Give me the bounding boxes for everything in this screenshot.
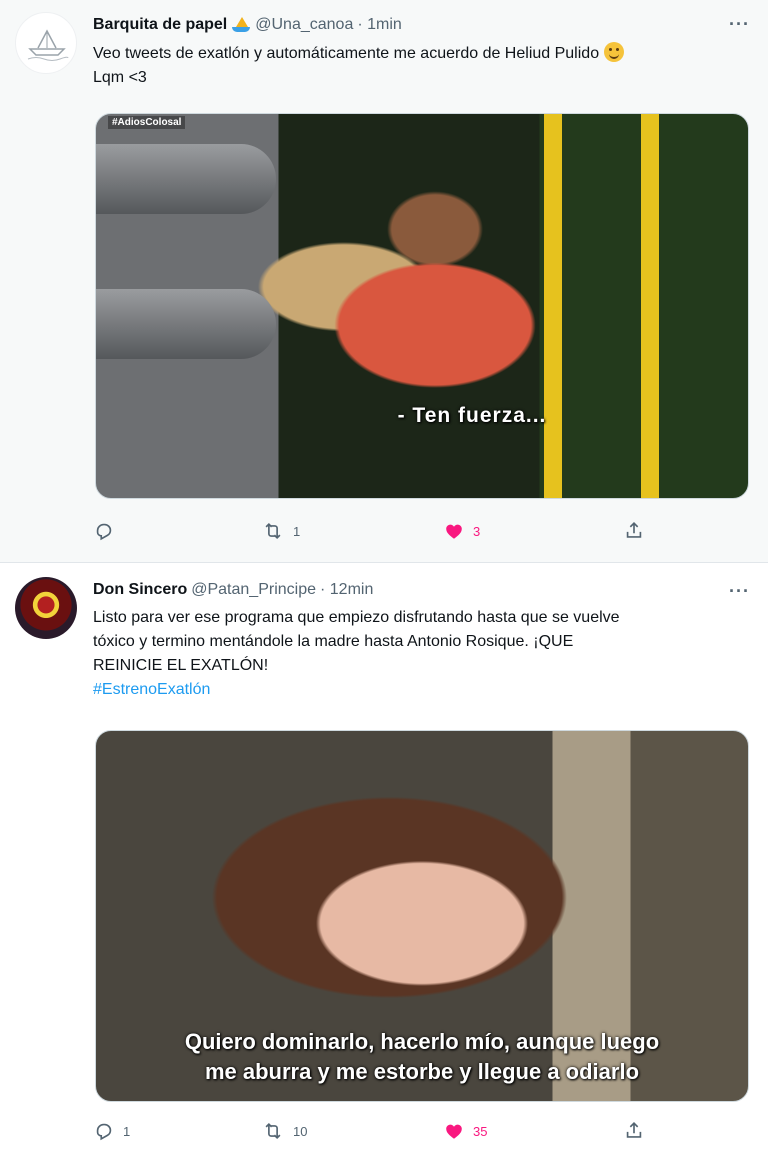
- tweet-header: Don Sincero @Patan_Principe · 12min: [93, 578, 373, 602]
- like-count: 3: [473, 523, 481, 539]
- media-detail: [96, 144, 276, 214]
- more-icon[interactable]: ···: [729, 14, 750, 35]
- reply-icon: [96, 1123, 112, 1141]
- media-tag: #AdiosColosal: [108, 116, 186, 129]
- tweet-actions: 1 10 35: [93, 1118, 653, 1144]
- like-count: 35: [473, 1123, 488, 1139]
- smiling-emoji: [603, 42, 624, 62]
- retweet-icon: [265, 522, 281, 540]
- paper-boat-logo: [27, 29, 69, 61]
- more-icon[interactable]: ···: [729, 581, 750, 602]
- tweet-media[interactable]: Quiero dominarlo, hacerlo mío, aunque lu…: [95, 730, 749, 1102]
- handle[interactable]: @Patan_Principe: [191, 581, 316, 599]
- media-caption: Quiero dominarlo, hacerlo mío, aunque lu…: [96, 1027, 748, 1087]
- reply-button[interactable]: [93, 518, 123, 544]
- reply-button[interactable]: 1: [93, 1118, 130, 1144]
- tweet-header: Barquita de papel @Una_canoa · 1min: [93, 13, 402, 37]
- retweet-count: 10: [293, 1123, 308, 1139]
- retweet-button[interactable]: 1: [261, 518, 300, 544]
- handle[interactable]: @Una_canoa: [255, 16, 353, 34]
- media-caption: - Ten fuerza...: [397, 404, 547, 427]
- like-button[interactable]: 35: [443, 1118, 487, 1144]
- share-button[interactable]: [623, 518, 645, 544]
- tweet[interactable]: Barquita de papel @Una_canoa · 1min ··· …: [0, 0, 768, 563]
- media-detail: [641, 114, 659, 498]
- tweet-text: Listo para ver ese programa que empiezo …: [93, 606, 743, 702]
- timestamp[interactable]: · 12min: [320, 581, 373, 599]
- share-button[interactable]: [623, 1118, 645, 1144]
- share-icon: [626, 522, 642, 538]
- display-name[interactable]: Barquita de papel: [93, 16, 227, 34]
- tweet-actions: 1 3: [93, 518, 653, 544]
- tweet-text-line: Listo para ver ese programa que empiezo …: [93, 609, 620, 626]
- media-detail: [544, 114, 562, 498]
- avatar[interactable]: [15, 577, 77, 639]
- retweet-count: 1: [293, 523, 301, 539]
- retweet-icon: [265, 1122, 281, 1140]
- like-button[interactable]: 3: [443, 518, 480, 544]
- like-icon: [446, 524, 462, 539]
- retweet-button[interactable]: 10: [261, 1118, 307, 1144]
- tweet-text-line: Lqm <3: [93, 69, 147, 86]
- like-icon: [446, 1124, 462, 1139]
- tweet-text-line: REINICIE EL EXATLÓN!: [93, 657, 269, 674]
- tweet-media[interactable]: #AdiosColosal - Ten fuerza...: [95, 113, 749, 499]
- avatar[interactable]: [15, 12, 77, 74]
- media-caption-line: me aburra y me estorbe y llegue a odiarl…: [204, 1059, 640, 1084]
- media-detail: [96, 289, 276, 359]
- sailboat-emoji: [231, 17, 251, 33]
- reply-icon: [96, 523, 112, 541]
- share-icon: [626, 1122, 642, 1138]
- tweet-text-line: tóxico y termino mentándole la madre has…: [93, 633, 574, 650]
- media-caption-line: Quiero dominarlo, hacerlo mío, aunque lu…: [184, 1029, 660, 1054]
- tweet-text: Veo tweets de exatlón y automáticamente …: [93, 42, 743, 90]
- display-name[interactable]: Don Sincero: [93, 581, 187, 599]
- hashtag-link[interactable]: #EstrenoExatlón: [93, 681, 210, 698]
- reply-count: 1: [123, 1123, 131, 1139]
- timestamp[interactable]: · 1min: [357, 16, 401, 34]
- tweet-text-line: Veo tweets de exatlón y automáticamente …: [93, 45, 600, 62]
